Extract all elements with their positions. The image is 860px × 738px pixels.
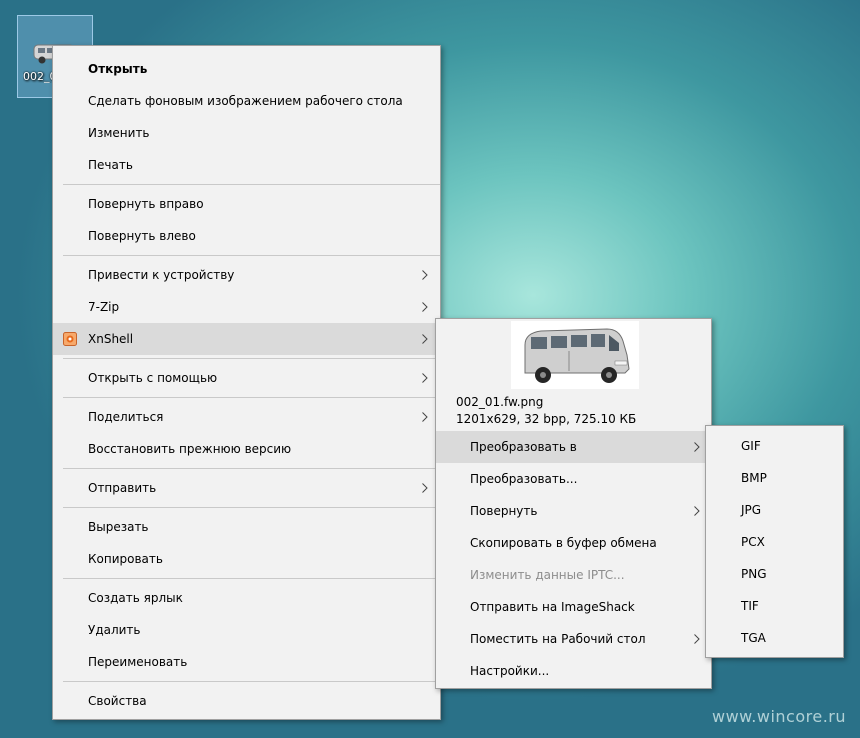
- menu-item-create-shortcut[interactable]: Создать ярлык: [53, 582, 440, 614]
- menu-item-properties[interactable]: Свойства: [53, 685, 440, 717]
- menu-item-label: Поместить на Рабочий стол: [470, 632, 646, 646]
- menu-item-share[interactable]: Поделиться: [53, 401, 440, 433]
- menu-item-label: Отправить: [88, 481, 157, 495]
- menu-item-print[interactable]: Печать: [53, 149, 440, 181]
- menu-item-label: Поделиться: [88, 410, 164, 424]
- chevron-right-icon: [422, 270, 428, 280]
- menu-item-rotate-right[interactable]: Повернуть вправо: [53, 188, 440, 220]
- van-preview-image: [511, 321, 639, 389]
- menu-item-label: XnShell: [88, 332, 134, 346]
- menu-separator: [63, 397, 440, 398]
- menu-item-7zip[interactable]: 7-Zip: [53, 291, 440, 323]
- context-menu: Открыть Сделать фоновым изображением раб…: [52, 45, 441, 720]
- chevron-right-icon: [422, 373, 428, 383]
- menu-item-edit[interactable]: Изменить: [53, 117, 440, 149]
- menu-item-copy-clipboard[interactable]: Скопировать в буфер обмена: [436, 527, 711, 559]
- menu-separator: [63, 578, 440, 579]
- chevron-right-icon: [694, 634, 700, 644]
- menu-item-xnshell[interactable]: XnShell: [53, 323, 440, 355]
- menu-item-label: Открыть с помощью: [88, 371, 218, 385]
- menu-item-open-with[interactable]: Открыть с помощью: [53, 362, 440, 394]
- menu-item-edit-iptc: Изменить данные IPTC...: [470, 568, 625, 582]
- menu-item-rotate[interactable]: Повернуть: [436, 495, 711, 527]
- menu-item-cast-to-device[interactable]: Привести к устройству: [53, 259, 440, 291]
- menu-item-convert[interactable]: Преобразовать...: [436, 463, 711, 495]
- chevron-right-icon: [422, 412, 428, 422]
- menu-item-rename[interactable]: Переименовать: [53, 646, 440, 678]
- menu-item-settings[interactable]: Настройки...: [436, 655, 711, 687]
- menu-item-label: Преобразовать в: [470, 440, 577, 454]
- format-item-png[interactable]: PNG: [706, 558, 843, 590]
- menu-separator: [63, 681, 440, 682]
- xnshell-icon: [63, 332, 77, 346]
- menu-item-label: 7-Zip: [88, 300, 120, 314]
- format-item-tif[interactable]: TIF: [706, 590, 843, 622]
- menu-item-label: Повернуть: [470, 504, 538, 518]
- menu-separator: [63, 184, 440, 185]
- chevron-right-icon: [422, 302, 428, 312]
- menu-item-cut[interactable]: Вырезать: [53, 511, 440, 543]
- menu-item-delete[interactable]: Удалить: [53, 614, 440, 646]
- menu-separator: [63, 468, 440, 469]
- site-watermark: www.wincore.ru: [711, 707, 846, 726]
- menu-item-open[interactable]: Открыть: [53, 53, 440, 85]
- chevron-right-icon: [422, 334, 428, 344]
- menu-item-label: Привести к устройству: [88, 268, 235, 282]
- chevron-right-icon: [694, 506, 700, 516]
- format-item-pcx[interactable]: PCX: [706, 526, 843, 558]
- menu-item-copy[interactable]: Копировать: [53, 543, 440, 575]
- menu-item-convert-to[interactable]: Преобразовать в: [436, 431, 711, 463]
- menu-item-place-desktop[interactable]: Поместить на Рабочий стол: [436, 623, 711, 655]
- xnshell-submenu: 002_01.fw.png 1201x629, 32 bpp, 725.10 К…: [435, 318, 712, 689]
- menu-separator: [63, 507, 440, 508]
- format-item-tga[interactable]: TGA: [706, 622, 843, 654]
- chevron-right-icon: [422, 483, 428, 493]
- menu-item-send-to[interactable]: Отправить: [53, 472, 440, 504]
- image-preview: 002_01.fw.png 1201x629, 32 bpp, 725.10 К…: [436, 319, 711, 431]
- format-submenu: GIF BMP JPG PCX PNG TIF TGA: [705, 425, 844, 658]
- menu-item-rotate-left[interactable]: Повернуть влево: [53, 220, 440, 252]
- format-item-bmp[interactable]: BMP: [706, 462, 843, 494]
- format-item-gif[interactable]: GIF: [706, 430, 843, 462]
- chevron-right-icon: [694, 442, 700, 452]
- format-item-jpg[interactable]: JPG: [706, 494, 843, 526]
- menu-separator: [63, 255, 440, 256]
- menu-item-restore-previous[interactable]: Восстановить прежнюю версию: [53, 433, 440, 465]
- preview-file-info: 1201x629, 32 bpp, 725.10 КБ: [456, 412, 637, 426]
- menu-separator: [63, 358, 440, 359]
- menu-item-send-imageshack[interactable]: Отправить на ImageShack: [436, 591, 711, 623]
- preview-file-name: 002_01.fw.png: [456, 395, 544, 409]
- menu-item-set-wallpaper[interactable]: Сделать фоновым изображением рабочего ст…: [53, 85, 440, 117]
